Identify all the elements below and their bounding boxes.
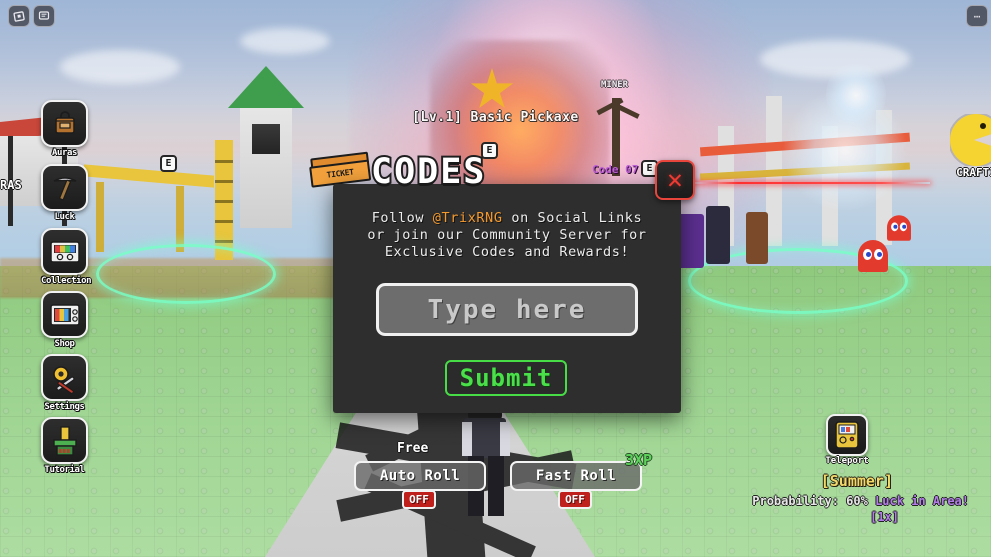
sidebar-item-luck[interactable]: Luck (41, 164, 88, 222)
menu-more-glyph: ⋯ (973, 9, 981, 23)
ladder-rung (215, 240, 233, 243)
desc-line1-prefix: Follow (371, 210, 433, 226)
sidebar-item-auras[interactable]: Auras (41, 100, 88, 158)
pipe-icon (41, 417, 88, 464)
laser-beam (690, 182, 930, 184)
close-icon[interactable]: ✕ (655, 160, 695, 200)
npc-character (678, 214, 704, 268)
teleport-label: Teleport (825, 456, 869, 466)
codes-modal: Follow @TrixRNG on Social Links or join … (333, 184, 681, 413)
red-ghost-character (887, 215, 911, 242)
close-glyph: ✕ (667, 165, 683, 195)
submit-button[interactable]: Submit (445, 360, 567, 396)
wrench-gear-icon (41, 354, 88, 401)
codes-modal-title: CODES (369, 150, 487, 194)
teleport-button[interactable]: Teleport (824, 414, 870, 466)
sidebar-label-settings: Settings (44, 402, 85, 412)
sidebar-label-shop: Shop (54, 339, 75, 349)
tv-icon (41, 291, 88, 338)
sidebar-item-tutorial[interactable]: Tutorial (41, 417, 88, 475)
submit-button-label: Submit (459, 364, 553, 392)
equipped-tool-label: [Lv.1] Basic Pickaxe (412, 110, 579, 125)
social-handle: @TrixRNG (432, 210, 503, 226)
ladder-rung (215, 180, 233, 183)
ladder-rung (215, 160, 233, 163)
cassette-icon (41, 228, 88, 275)
handheld-console-icon (826, 414, 868, 456)
probability-prefix: Probability: 60% (752, 494, 876, 508)
sidebar-label-luck: Luck (54, 212, 75, 222)
probability-luck: Luck in Area! (875, 494, 969, 508)
sidebar-label-collection: Collection (41, 276, 92, 286)
sidebar-edge-label: RAS (0, 178, 22, 192)
chat-icon[interactable] (33, 5, 55, 27)
sidebar-item-collection[interactable]: Collection (41, 228, 92, 286)
sidebar-label-auras: Auras (51, 148, 78, 158)
desc-line1-suffix: on Social Links (502, 210, 643, 226)
code-input-placeholder: Type here (427, 294, 587, 325)
desc-line2: or join our Community Server for (367, 227, 647, 243)
cloud (240, 28, 330, 54)
interact-key-prompt[interactable]: E (160, 155, 177, 172)
pickaxe-icon (41, 164, 88, 211)
roblox-logo-icon[interactable] (8, 5, 30, 27)
platform-support (96, 182, 104, 252)
free-label: Free (397, 441, 429, 456)
area-probability-label: Probability: 60% Luck in Area! (0, 494, 991, 508)
platform-support (176, 186, 184, 252)
codes-modal-description: Follow @TrixRNG on Social Links or join … (333, 210, 681, 261)
code-input-field[interactable]: Type here (376, 283, 638, 336)
xp-multiplier-label: 3XP (625, 451, 653, 469)
npc-character (746, 212, 768, 264)
ticket-label: TICKET (326, 167, 355, 180)
sidebar-item-shop[interactable]: Shop (41, 291, 88, 349)
cloud (60, 50, 180, 84)
npc-character (706, 206, 730, 264)
ladder-rung (215, 200, 233, 203)
area-multiplier-label: [1x] (870, 510, 899, 524)
red-ghost-character (858, 240, 888, 273)
area-name-label: [Summer] (820, 472, 893, 490)
neon-ring (96, 244, 276, 304)
ladder-rung (215, 220, 233, 223)
desc-line3: Exclusive Codes and Rewards! (384, 244, 630, 260)
tower-window (252, 124, 280, 154)
menu-more-icon[interactable]: ⋯ (966, 5, 988, 27)
npc-nameplate: MINER (601, 80, 629, 90)
sidebar-item-settings[interactable]: Settings (41, 354, 88, 412)
game-screen: ⋯ RAS Auras Luck Collection Shop Setting… (0, 0, 991, 557)
crafting-label: CRAFTI (956, 166, 991, 179)
